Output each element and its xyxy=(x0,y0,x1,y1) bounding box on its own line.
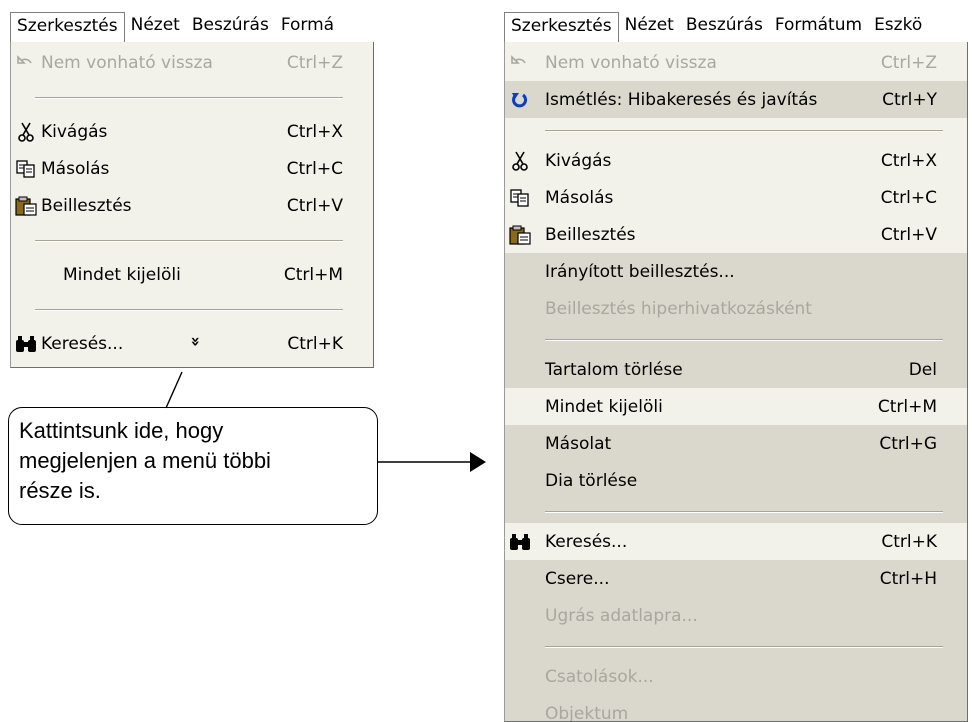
callout-pointer-line xyxy=(165,371,183,409)
callout-connectors xyxy=(165,371,486,472)
arrow-head xyxy=(470,452,486,472)
